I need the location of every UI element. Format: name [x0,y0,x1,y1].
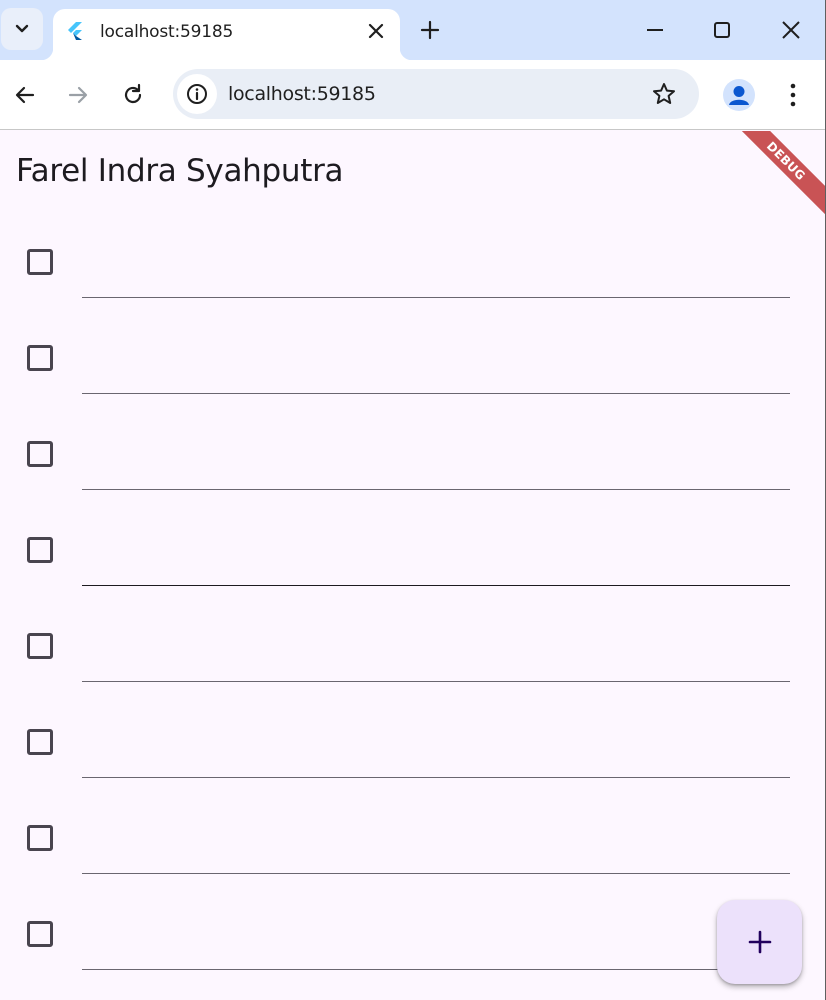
todo-checkbox[interactable] [27,825,53,851]
reload-icon[interactable] [120,82,146,108]
minimize-icon[interactable] [643,18,667,42]
plus-icon [748,930,771,954]
todo-row [0,600,826,696]
tab-title: localhost:59185 [100,22,234,42]
address-bar[interactable]: localhost:59185 [173,69,699,119]
plus-icon[interactable] [419,19,441,41]
todo-row [0,504,826,600]
url-text: localhost:59185 [228,83,376,105]
todo-text-field[interactable] [82,546,790,586]
todo-checkbox[interactable] [27,633,53,659]
todo-row [0,792,826,888]
todo-checkbox[interactable] [27,249,53,275]
avatar-icon [729,86,749,105]
todo-text-field[interactable] [82,930,790,970]
todo-text-field[interactable] [82,258,790,298]
todo-text-field[interactable] [82,738,790,778]
maximize-icon[interactable] [710,18,734,42]
todo-checkbox[interactable] [27,345,53,371]
browser-toolbar: localhost:59185 [0,60,826,130]
todo-checkbox[interactable] [27,921,53,947]
info-icon [187,84,207,104]
kebab-menu-icon[interactable] [781,81,805,109]
close-icon[interactable] [367,22,385,40]
todo-text-field[interactable] [82,354,790,394]
tab-strip: localhost:59185 [0,0,826,60]
todo-checkbox[interactable] [27,537,53,563]
browser-tab[interactable]: localhost:59185 [41,9,412,60]
close-window-icon[interactable] [779,18,803,42]
todo-checkbox[interactable] [27,441,53,467]
todo-text-field[interactable] [82,834,790,874]
app-bar-title: Farel Indra Syahputra [16,153,344,189]
todo-row [0,888,826,984]
debug-banner: DEBUG [725,131,826,222]
add-todo-button[interactable] [717,900,802,984]
todo-text-field[interactable] [82,450,790,490]
todo-row [0,408,826,504]
flutter-icon [68,22,82,40]
app-content: Farel Indra Syahputra DEBUG [0,131,826,1000]
site-info-button[interactable] [177,74,217,114]
todo-text-field[interactable] [82,642,790,682]
back-arrow-icon[interactable] [12,82,38,108]
todo-row [0,696,826,792]
todo-row [0,312,826,408]
star-icon[interactable] [651,81,677,107]
tab-search-button[interactable] [1,8,43,50]
avatar[interactable] [723,79,755,111]
todo-row [0,216,826,312]
todo-checkbox[interactable] [27,729,53,755]
forward-arrow-icon[interactable] [65,82,91,108]
chevron-down-icon [15,24,29,33]
